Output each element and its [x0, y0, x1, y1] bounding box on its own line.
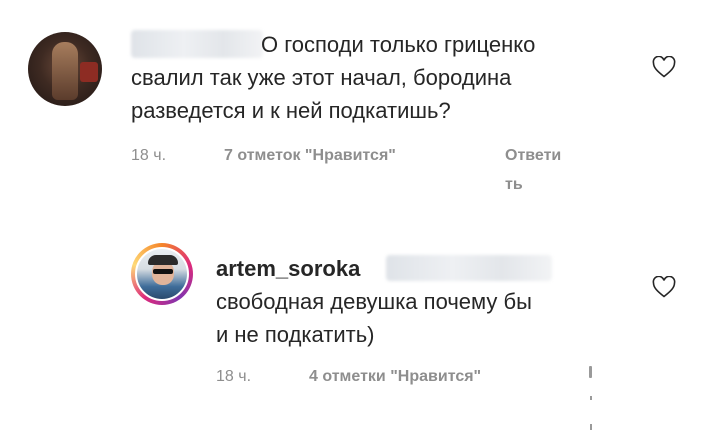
comment-text-line: разведется и к ней подкатишь? — [131, 98, 451, 123]
avatar-glasses-shape — [153, 269, 173, 274]
comment-username[interactable]: artem_soroka — [216, 254, 360, 284]
commenter-avatar[interactable] — [135, 247, 189, 301]
commenter-avatar[interactable] — [28, 32, 102, 106]
reply-button-wrap[interactable]: ть — [505, 176, 523, 194]
truncated-reply-fragment — [590, 424, 592, 430]
comment-text-line: свалил так уже этот начал, бородина — [131, 65, 512, 90]
reply-button[interactable]: Ответи — [505, 147, 561, 165]
truncated-reply-fragment — [589, 366, 592, 378]
avatar-hat-shape — [148, 255, 178, 265]
likes-count-link[interactable]: 7 отметок "Нравится" — [224, 147, 396, 165]
avatar-background-shape — [80, 62, 98, 82]
username-blurred[interactable] — [131, 30, 263, 58]
comment-timestamp: 18 ч. — [216, 368, 252, 385]
comment-timestamp: 18 ч. — [131, 147, 167, 164]
avatar-hair-shape — [52, 42, 78, 100]
likes-count-link[interactable]: 4 отметки "Нравится" — [309, 368, 481, 386]
comment-text-line: О господи только гриценко — [261, 32, 536, 57]
comment-text-line: свободная девушка почему бы — [216, 289, 532, 314]
mention-blurred[interactable] — [386, 255, 552, 281]
heart-outline-icon[interactable] — [652, 56, 676, 78]
comment-text-line: и не подкатить) — [216, 322, 375, 347]
truncated-reply-fragment — [590, 396, 592, 400]
heart-outline-icon[interactable] — [652, 276, 676, 298]
